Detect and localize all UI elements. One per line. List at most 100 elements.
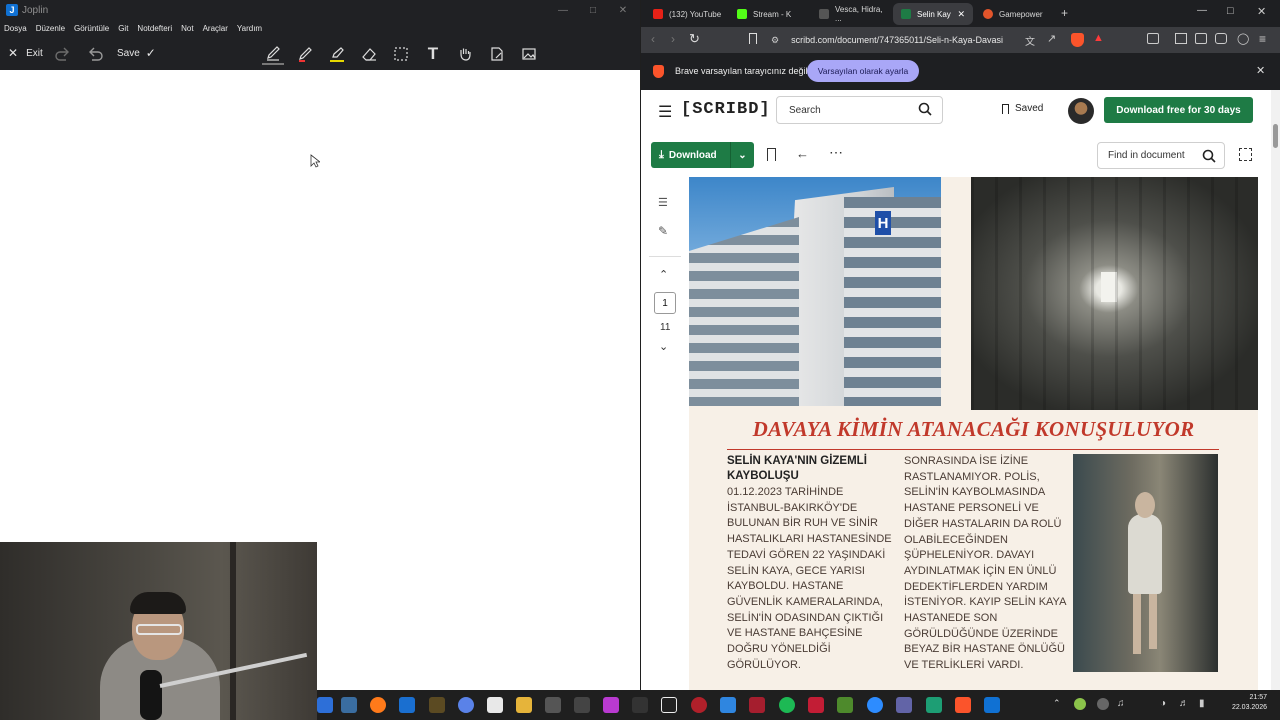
task-view-icon[interactable] — [341, 697, 357, 713]
search-box[interactable]: Search — [776, 96, 943, 124]
close-window-icon[interactable]: ✕ — [608, 0, 638, 20]
chevron-down-icon[interactable]: ⌄ — [730, 142, 754, 168]
save-button[interactable]: Save ✓ — [117, 43, 156, 63]
maximize-icon[interactable]: □ — [1227, 5, 1234, 17]
video-editor-icon[interactable] — [749, 697, 765, 713]
minimize-icon[interactable]: — — [548, 0, 578, 20]
battery-icon[interactable]: ▮ — [1199, 698, 1205, 709]
clock[interactable]: 21:57 22.03.2026 — [1217, 693, 1267, 713]
tab-vesca[interactable]: Vesca, Hidra, ... — [811, 3, 891, 25]
text-tool-icon[interactable]: T — [422, 43, 444, 65]
game-launcher-icon[interactable] — [429, 697, 445, 713]
teams-icon[interactable] — [896, 697, 912, 713]
brave-shields-icon[interactable] — [1071, 33, 1084, 47]
app-n-icon[interactable] — [661, 697, 677, 713]
back-icon[interactable]: ‹ — [651, 32, 655, 46]
exit-button[interactable]: ✕ Exit — [8, 43, 43, 63]
notepad-icon[interactable] — [487, 697, 503, 713]
forward-icon[interactable]: › — [671, 32, 675, 46]
opera-icon[interactable] — [691, 697, 707, 713]
menu-git[interactable]: Git — [118, 24, 128, 33]
new-tab-icon[interactable]: + — [1061, 6, 1068, 20]
tab-stream[interactable]: Stream - K — [729, 3, 813, 25]
copilot-icon[interactable] — [458, 697, 474, 713]
reload-icon[interactable]: ↻ — [689, 31, 700, 47]
menu-notdefteri[interactable]: Notdefteri — [137, 24, 172, 33]
eraser-icon[interactable] — [358, 43, 380, 65]
share-icon[interactable]: ↗ — [1047, 32, 1056, 45]
current-page-input[interactable]: 1 — [654, 292, 676, 314]
outline-icon[interactable]: ☰ — [658, 196, 668, 209]
undo-icon[interactable] — [84, 43, 106, 65]
file-explorer-icon[interactable] — [516, 697, 532, 713]
tray-expand-icon[interactable]: ⌃ — [1053, 698, 1061, 709]
site-info-icon[interactable]: ⚙ — [771, 35, 779, 46]
download-free-button[interactable]: Download free for 30 days — [1104, 97, 1253, 123]
onenote-icon[interactable] — [603, 697, 619, 713]
downloads-icon[interactable] — [1215, 33, 1227, 44]
page-down-icon[interactable]: ⌄ — [659, 340, 668, 353]
insert-shape-icon[interactable] — [486, 43, 508, 65]
tab-youtube[interactable]: (132) YouTube — [645, 3, 731, 25]
menu-dosya[interactable]: Dosya — [4, 24, 27, 33]
tray-icon[interactable] — [1097, 698, 1109, 710]
microphone-icon[interactable]: ♫ — [1117, 698, 1125, 709]
menu-not[interactable]: Not — [181, 24, 193, 33]
avatar[interactable] — [1068, 98, 1094, 124]
calculator-icon[interactable] — [545, 697, 561, 713]
close-infobar-icon[interactable]: ✕ — [1256, 64, 1265, 77]
save-bookmark-icon[interactable] — [767, 148, 776, 161]
annotate-pencil-icon[interactable]: ✎ — [658, 224, 668, 238]
sidebar-icon[interactable] — [1175, 33, 1187, 44]
more-options-icon[interactable]: ⋯ — [829, 144, 844, 161]
hand-icon[interactable] — [454, 43, 476, 65]
select-icon[interactable] — [390, 43, 412, 65]
menu-araclar[interactable]: Araçlar — [203, 24, 228, 33]
spotify-icon[interactable] — [779, 697, 795, 713]
tray-app-icon[interactable] — [1074, 698, 1086, 710]
tab-gamepower[interactable]: Gamepower — [975, 3, 1055, 25]
wallet2-icon[interactable] — [1195, 33, 1207, 44]
menu-duzenle[interactable]: Düzenle — [36, 24, 65, 33]
redo-icon[interactable] — [52, 43, 74, 65]
fullscreen-icon[interactable] — [1239, 148, 1252, 161]
minecraft-icon[interactable] — [837, 697, 853, 713]
menu-yardim[interactable]: Yardım — [237, 24, 262, 33]
scrollbar[interactable] — [1271, 90, 1280, 690]
close-tab-icon[interactable]: ✕ — [957, 9, 965, 20]
scribd-logo[interactable]: [SCRIBD] — [681, 100, 771, 119]
volume-icon[interactable]: ♬ — [1179, 698, 1189, 709]
pencil-icon[interactable] — [294, 43, 316, 65]
find-search-icon[interactable] — [1202, 149, 1216, 166]
valorant-icon[interactable] — [808, 697, 824, 713]
network-icon[interactable]: ◑ — [1160, 698, 1166, 709]
highlighter-icon[interactable] — [326, 43, 348, 65]
share-icon[interactable]: ← — [796, 146, 809, 161]
search-icon[interactable] — [918, 102, 932, 119]
download-button[interactable]: ⤓ Download ⌄ — [651, 142, 754, 168]
joplin-icon[interactable] — [984, 697, 1000, 713]
saved-link[interactable]: Saved — [1002, 103, 1043, 114]
tab-selin-kaya[interactable]: Selin Kay ✕ — [893, 3, 973, 25]
zoom-icon[interactable] — [867, 697, 883, 713]
pen-icon[interactable] — [262, 43, 284, 65]
close-window-icon[interactable]: ✕ — [1257, 5, 1266, 18]
defender-icon[interactable] — [720, 697, 736, 713]
image-icon[interactable] — [518, 43, 540, 65]
notion-icon[interactable] — [574, 697, 590, 713]
maximize-icon[interactable]: □ — [578, 0, 608, 20]
translate-icon[interactable]: 文 — [1025, 33, 1035, 48]
scrollbar-thumb[interactable] — [1273, 124, 1278, 148]
brave-rewards-icon[interactable]: ▲ — [1093, 32, 1104, 44]
windows-start-icon[interactable] — [317, 697, 333, 713]
store-icon[interactable] — [399, 697, 415, 713]
find-in-document-input[interactable]: Find in document — [1097, 142, 1225, 169]
minimize-icon[interactable]: — — [1197, 5, 1207, 16]
firefox-icon[interactable] — [370, 697, 386, 713]
wallet-icon[interactable] — [1147, 33, 1159, 44]
menu-icon[interactable]: ≡ — [1259, 32, 1266, 46]
brave-icon[interactable] — [955, 697, 971, 713]
set-default-button[interactable]: Varsayılan olarak ayarla — [807, 60, 919, 82]
app-green-icon[interactable] — [926, 697, 942, 713]
page-up-icon[interactable]: ⌃ — [659, 268, 668, 281]
